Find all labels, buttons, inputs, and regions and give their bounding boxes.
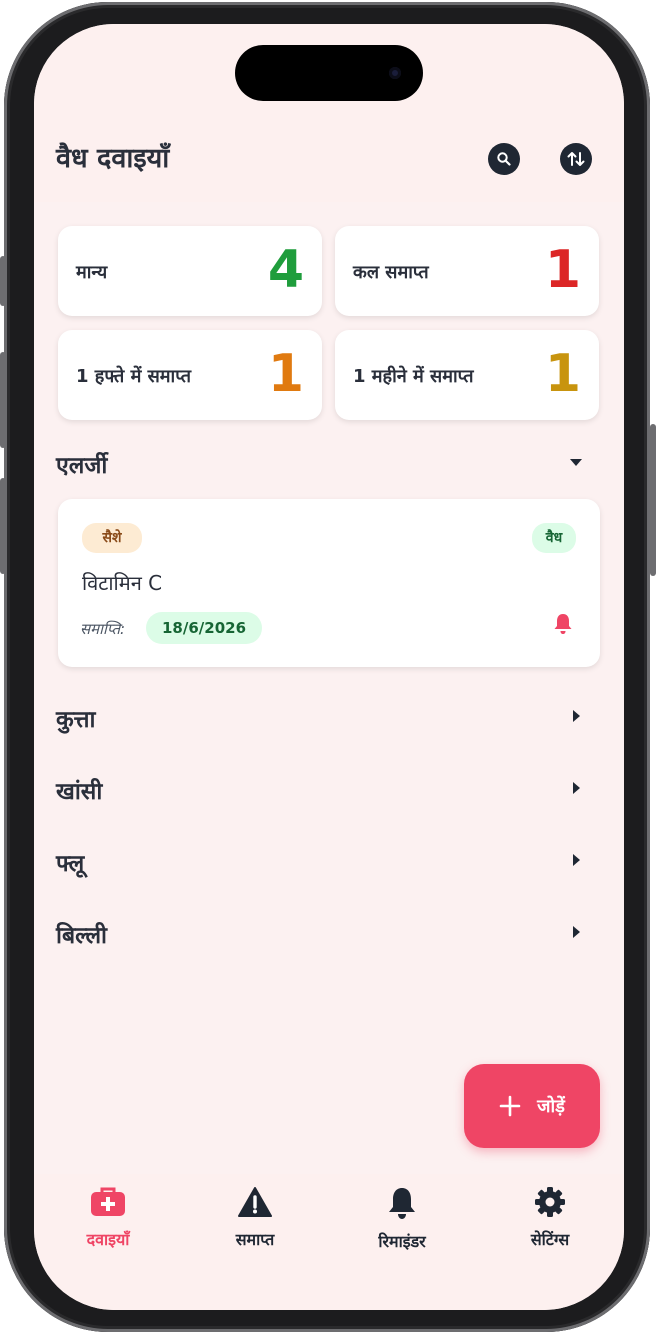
- tab-medicines[interactable]: दवाइयाँ: [48, 1186, 168, 1250]
- expiry-date-badge: 18/6/2026: [146, 612, 262, 644]
- gear-icon: [535, 1187, 565, 1217]
- stat-value: 4: [267, 240, 304, 300]
- dynamic-island: [235, 45, 423, 101]
- bell-icon: [389, 1188, 415, 1219]
- form-badge: सैशे: [82, 523, 142, 553]
- group-title: एलर्जी: [56, 453, 108, 479]
- page-title: वैध दवाइयाँ: [56, 143, 170, 174]
- warning-icon: [238, 1187, 272, 1217]
- stat-label: 1 महीने में समाप्त: [353, 366, 474, 387]
- stat-label: कल समाप्त: [353, 262, 429, 283]
- group-title: फ्लू: [56, 851, 85, 877]
- medicine-name: विटामिन C: [82, 571, 163, 595]
- stat-card-expire-week[interactable]: 1 हफ्ते में समाप्त 1: [58, 330, 322, 420]
- sort-arrows-icon: [567, 152, 585, 166]
- add-medicine-button[interactable]: जोड़ें: [464, 1064, 600, 1148]
- stat-card-expire-month[interactable]: 1 महीने में समाप्त 1: [335, 330, 599, 420]
- app-screen: वैध दवाइयाँ मान्य 4 कल समाप्त 1 1 हफ्ते …: [34, 24, 624, 1310]
- tab-expired[interactable]: समाप्त: [195, 1186, 315, 1250]
- caret-right-icon: [573, 854, 580, 866]
- reminder-bell-button[interactable]: [552, 612, 578, 638]
- mute-switch: [0, 256, 6, 306]
- medicine-card[interactable]: सैशे वैध विटामिन C समाप्ति: 18/6/2026: [58, 499, 600, 667]
- group-header-dog[interactable]: कुत्ता: [56, 696, 596, 736]
- expiry-label: समाप्ति:: [80, 620, 126, 638]
- bell-icon: [554, 614, 572, 634]
- tab-label: रिमाइंडर: [378, 1232, 426, 1251]
- stat-label: मान्य: [76, 262, 108, 283]
- volume-up-button: [0, 352, 6, 448]
- caret-down-icon: [570, 459, 582, 466]
- camera-lens: [389, 67, 401, 79]
- power-button: [650, 424, 656, 576]
- stat-card-valid[interactable]: मान्य 4: [58, 226, 322, 316]
- stat-card-expire-tomorrow[interactable]: कल समाप्त 1: [335, 226, 599, 316]
- volume-down-button: [0, 478, 6, 574]
- add-button-label: जोड़ें: [537, 1096, 565, 1117]
- group-header-cat[interactable]: बिल्ली: [56, 912, 596, 952]
- bottom-tab-bar: दवाइयाँ समाप्त रिमाइंडर सेटिंग्स: [34, 1174, 624, 1310]
- search-button[interactable]: [488, 143, 520, 175]
- plus-icon: [499, 1095, 521, 1117]
- group-header-flu[interactable]: फ्लू: [56, 840, 596, 880]
- status-badge: वैध: [532, 523, 576, 553]
- tab-label: सेटिंग्स: [530, 1230, 570, 1249]
- caret-right-icon: [573, 926, 580, 938]
- stat-value: 1: [544, 240, 581, 300]
- medical-kit-icon: [91, 1187, 125, 1216]
- caret-right-icon: [573, 710, 580, 722]
- sort-button[interactable]: [560, 143, 592, 175]
- tab-reminders[interactable]: रिमाइंडर: [342, 1186, 462, 1252]
- group-title: कुत्ता: [56, 707, 96, 733]
- caret-right-icon: [573, 782, 580, 794]
- search-icon: [497, 152, 511, 166]
- tab-settings[interactable]: सेटिंग्स: [490, 1186, 610, 1250]
- stat-label: 1 हफ्ते में समाप्त: [76, 366, 192, 387]
- group-header-cough[interactable]: खांसी: [56, 768, 596, 808]
- group-title: खांसी: [56, 779, 103, 805]
- stat-value: 1: [544, 344, 581, 404]
- group-title: बिल्ली: [56, 923, 108, 949]
- tab-label: समाप्त: [235, 1230, 275, 1249]
- stat-value: 1: [267, 344, 304, 404]
- group-header-allergy[interactable]: एलर्जी: [56, 442, 596, 482]
- tab-label: दवाइयाँ: [86, 1230, 130, 1249]
